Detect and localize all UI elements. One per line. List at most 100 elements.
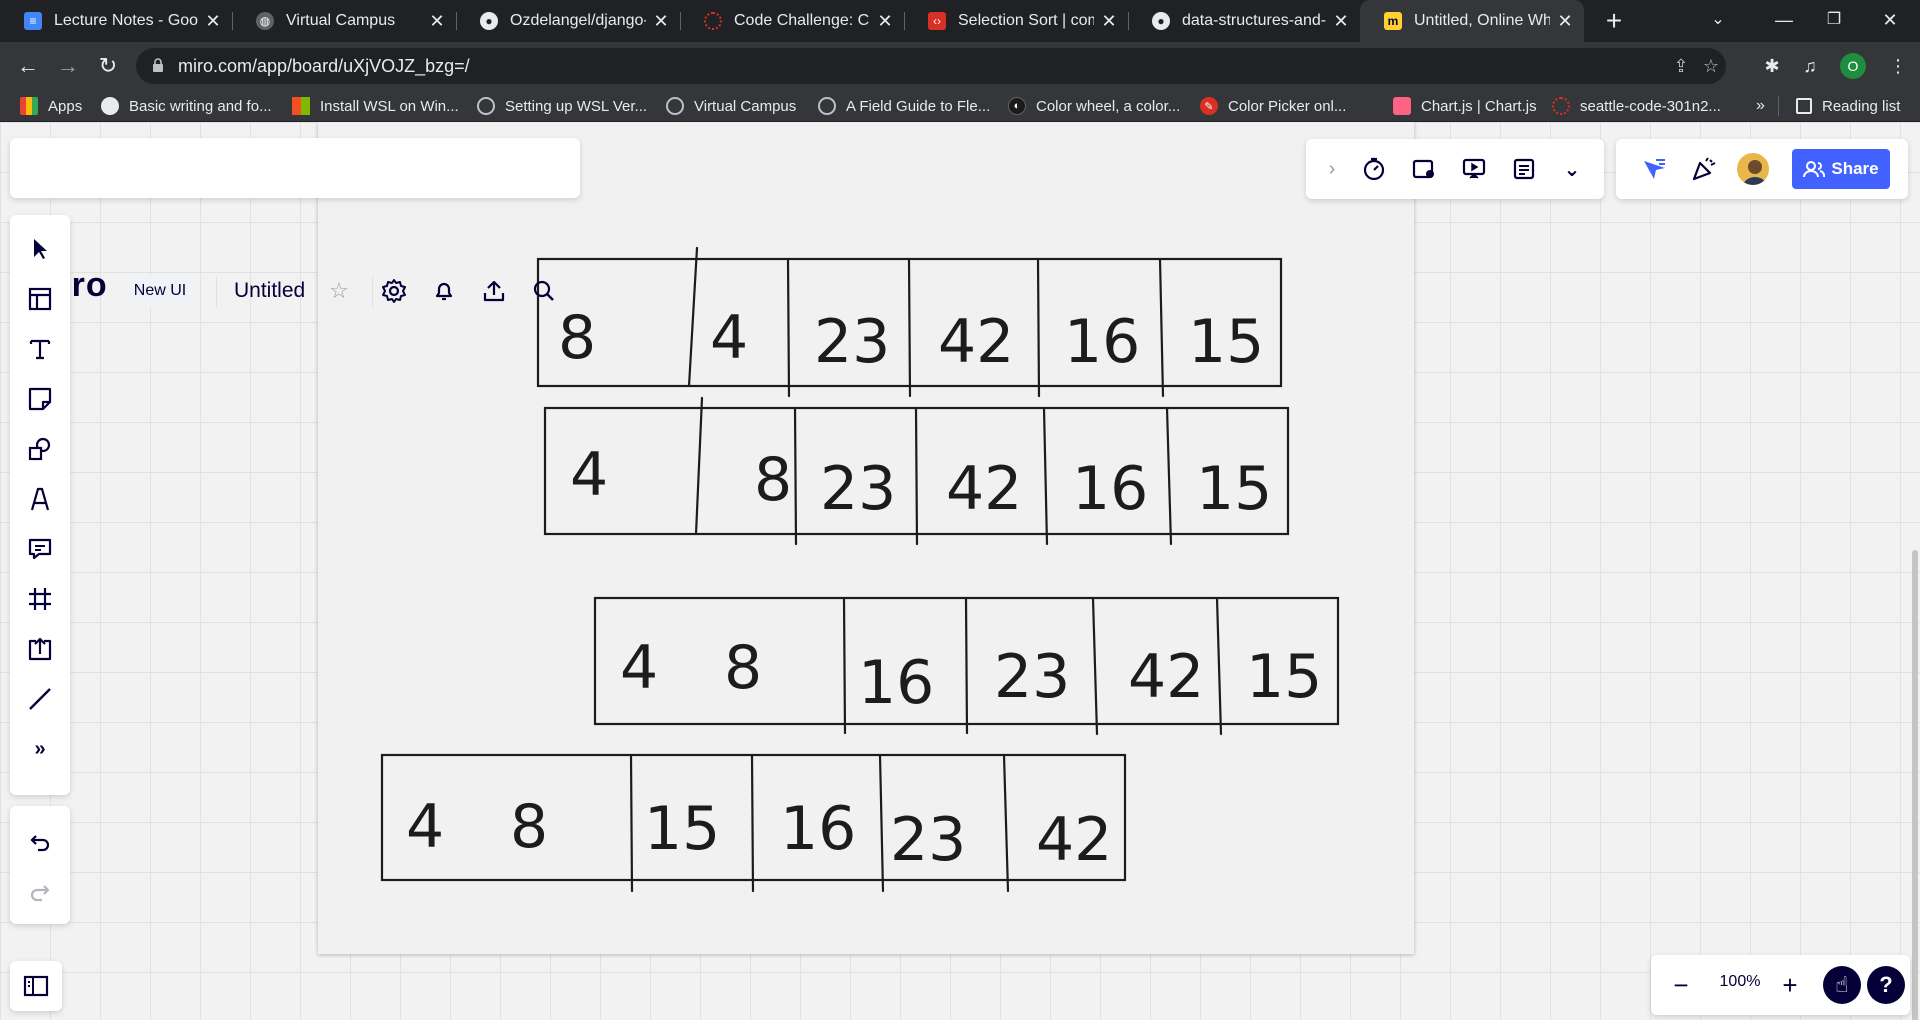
bookmark-apps[interactable]: Apps xyxy=(20,94,82,118)
collaboration-toolbar: › ⌄ xyxy=(1306,139,1604,199)
array-value: 16 xyxy=(780,794,856,864)
upload-icon[interactable] xyxy=(478,275,510,307)
bookmark-label: Color wheel, a color... xyxy=(1036,97,1181,115)
sticky-note-icon[interactable] xyxy=(22,381,58,417)
text-tool-icon[interactable] xyxy=(22,331,58,367)
bookmark-item[interactable]: Virtual Campus xyxy=(666,94,796,118)
close-icon[interactable]: ✕ xyxy=(428,11,446,32)
profile-avatar[interactable]: O xyxy=(1840,53,1866,79)
restore-button[interactable]: ❐ xyxy=(1806,0,1862,42)
array-value: 15 xyxy=(1188,307,1264,377)
divider xyxy=(1042,406,1049,546)
reading-list-label: Reading list xyxy=(1822,97,1901,115)
media-control-icon[interactable]: ♫ xyxy=(1798,54,1822,78)
pen-tool-icon[interactable] xyxy=(22,481,58,517)
star-icon[interactable]: ☆ xyxy=(323,275,355,307)
codefellows-icon xyxy=(704,12,722,30)
zoom-out-icon[interactable]: − xyxy=(1665,969,1697,1001)
browser-tab[interactable]: Code Challenge: Class ✕ xyxy=(680,0,904,42)
bookmark-label: Color Picker onl... xyxy=(1228,97,1347,115)
more-tools-icon[interactable]: » xyxy=(22,731,58,767)
chevron-double-down-icon[interactable]: ⌄ xyxy=(1556,153,1588,185)
new-ui-badge[interactable]: New UI xyxy=(120,275,200,307)
board-title[interactable]: Untitled xyxy=(234,279,305,303)
new-tab-button[interactable]: + xyxy=(1598,6,1630,38)
bookmark-item[interactable]: Chart.js | Chart.js xyxy=(1393,94,1537,118)
zoom-in-icon[interactable]: + xyxy=(1774,969,1806,1001)
array-value: 4 xyxy=(570,440,608,510)
globe-icon xyxy=(477,97,495,115)
divider xyxy=(1002,753,1010,893)
line-tool-icon[interactable] xyxy=(22,681,58,717)
close-icon[interactable]: ✕ xyxy=(204,11,222,32)
card-icon[interactable] xyxy=(1408,153,1440,185)
select-cursor-icon[interactable] xyxy=(22,231,58,267)
shapes-icon[interactable] xyxy=(22,431,58,467)
array-value: 16 xyxy=(1072,454,1148,524)
bookmark-label: Setting up WSL Ver... xyxy=(505,97,648,115)
more-bookmarks-button[interactable]: » xyxy=(1756,94,1765,118)
history-toolbar xyxy=(10,806,70,924)
share-page-icon[interactable]: ⇪ xyxy=(1670,56,1692,78)
chartjs-icon xyxy=(1393,97,1411,115)
browser-tab[interactable]: ◍ Virtual Campus ✕ xyxy=(232,0,456,42)
close-icon[interactable]: ✕ xyxy=(1100,11,1118,32)
notes-icon[interactable] xyxy=(1508,153,1540,185)
array-value: 23 xyxy=(890,805,966,875)
share-button[interactable]: Share xyxy=(1792,149,1890,189)
bookmark-item[interactable]: Setting up WSL Ver... xyxy=(477,94,647,118)
undo-icon[interactable] xyxy=(22,824,58,860)
browser-tab[interactable]: ● data-structures-and-a ✕ xyxy=(1128,0,1360,42)
bookmark-item[interactable]: seattle-code-301n2... xyxy=(1552,94,1721,118)
frame-icon[interactable] xyxy=(22,581,58,617)
cursor-tracking-icon[interactable] xyxy=(1638,153,1670,185)
search-icon[interactable] xyxy=(528,275,560,307)
comment-icon[interactable] xyxy=(22,531,58,567)
board-canvas[interactable]: 8 4 23 42 16 15 4 8 23 42 16 15 4 8 16 2… xyxy=(0,122,1920,1020)
bookmark-label: Chart.js | Chart.js xyxy=(1421,97,1537,115)
close-icon[interactable]: ✕ xyxy=(876,11,894,32)
bookmark-item[interactable]: ✎ Color Picker onl... xyxy=(1200,94,1346,118)
sidebar-toggle-icon[interactable] xyxy=(18,968,54,1004)
bookmark-item[interactable]: A Field Guide to Fle... xyxy=(818,94,990,118)
chrome-menu-icon[interactable]: ⋮ xyxy=(1886,54,1910,78)
presentation-icon[interactable] xyxy=(1458,153,1490,185)
celebrate-icon[interactable] xyxy=(1688,153,1720,185)
timer-icon[interactable] xyxy=(1358,153,1390,185)
redo-icon[interactable] xyxy=(22,874,58,910)
close-icon[interactable]: ✕ xyxy=(1556,11,1574,32)
hand-pointer-icon[interactable]: ☝ xyxy=(1823,966,1861,1004)
help-button[interactable]: ? xyxy=(1867,966,1905,1004)
user-avatar[interactable] xyxy=(1735,151,1771,187)
back-arrow-icon[interactable]: ← xyxy=(12,50,44,82)
array-value: 23 xyxy=(814,307,890,377)
tab-title: Selection Sort | comm xyxy=(958,12,1094,29)
forward-arrow-icon[interactable]: → xyxy=(52,50,84,82)
close-icon[interactable]: ✕ xyxy=(1332,11,1350,32)
window-close-button[interactable]: ✕ xyxy=(1862,0,1918,42)
settings-gear-icon[interactable] xyxy=(378,275,410,307)
chevron-right-icon[interactable]: › xyxy=(1316,153,1348,185)
reading-list-button[interactable]: Reading list xyxy=(1796,94,1900,118)
upload-tool-icon[interactable] xyxy=(22,631,58,667)
bookmark-item[interactable]: Basic writing and fo... xyxy=(101,94,272,118)
tab-search-chevron-icon[interactable]: ⌄ xyxy=(1690,0,1746,42)
address-bar[interactable]: miro.com/app/board/uXjVOJZ_bzg=/ ⇪ ☆ xyxy=(136,48,1726,84)
bookmark-star-icon[interactable]: ☆ xyxy=(1700,56,1722,78)
zoom-level[interactable]: 100% xyxy=(1710,973,1770,991)
extensions-puzzle-icon[interactable]: ✱ xyxy=(1760,54,1784,78)
bell-icon[interactable] xyxy=(428,275,460,307)
close-icon[interactable]: ✕ xyxy=(652,11,670,32)
header-divider xyxy=(216,276,217,308)
vertical-scrollbar[interactable] xyxy=(1912,550,1918,1020)
reload-icon[interactable]: ↻ xyxy=(92,50,124,82)
browser-tab[interactable]: ‹› Selection Sort | comm ✕ xyxy=(904,0,1128,42)
browser-tab-active[interactable]: m Untitled, Online White ✕ xyxy=(1360,0,1584,42)
bookmark-item[interactable]: ◐ Color wheel, a color... xyxy=(1008,94,1180,118)
browser-tab[interactable]: ≡ Lecture Notes - Goog ✕ xyxy=(0,0,232,42)
minimize-button[interactable]: — xyxy=(1756,0,1812,42)
bookmark-item[interactable]: Install WSL on Win... xyxy=(292,94,459,118)
templates-icon[interactable] xyxy=(22,281,58,317)
browser-tab[interactable]: ● Ozdelangel/django-p ✕ xyxy=(456,0,680,42)
hand-drawing[interactable]: 8 4 23 42 16 15 4 8 23 42 16 15 4 8 16 2… xyxy=(0,122,1920,1020)
